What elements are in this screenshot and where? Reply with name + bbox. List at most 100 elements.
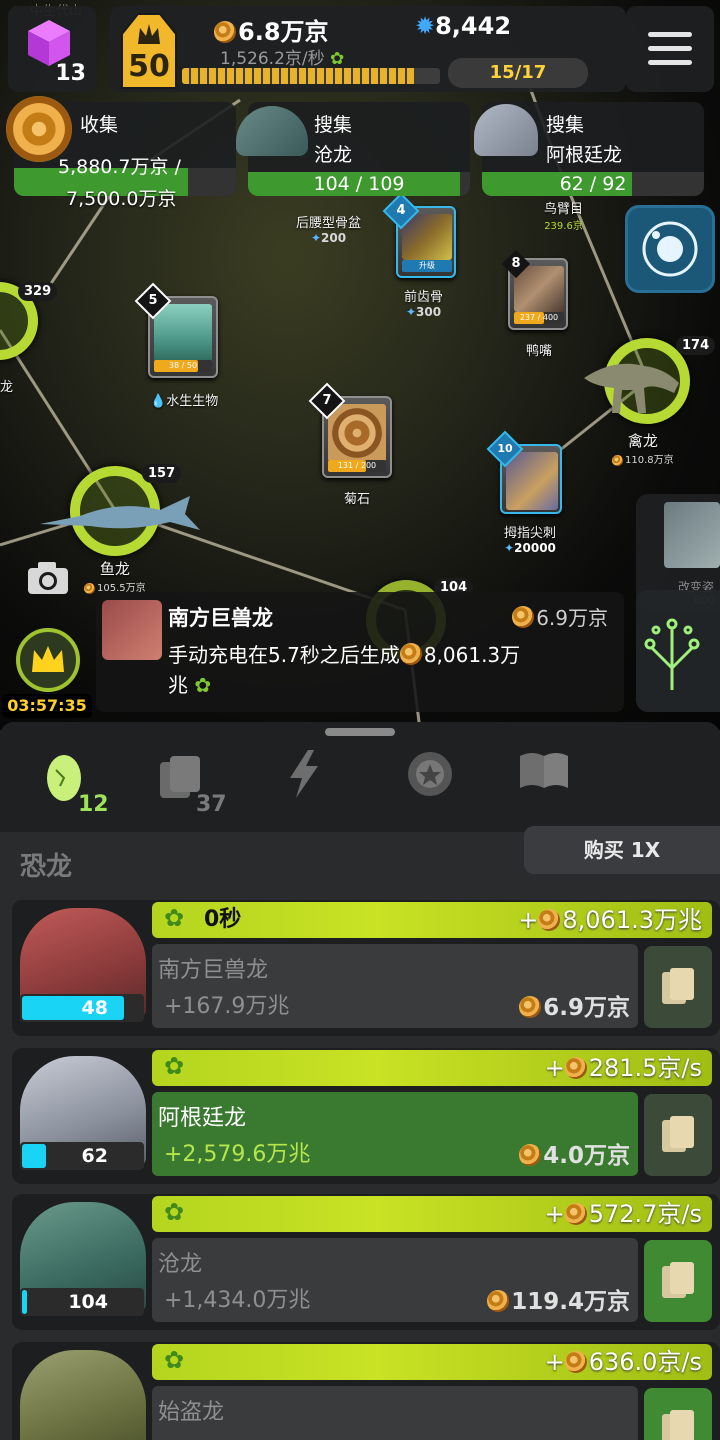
dino-timer: 0秒 — [204, 907, 242, 932]
node-count: 174 — [676, 336, 716, 355]
cube-count: 13 — [55, 61, 86, 86]
xp-fill — [182, 68, 415, 84]
node-label: 拇指尖刺 — [504, 526, 557, 541]
bottom-panel: 12 37 恐龙 购买 1X 48 ✿ 0秒 +8,061.3万兆 南方巨兽龙 … — [0, 722, 720, 1440]
node-label: 后腰型骨盆 — [296, 216, 362, 231]
card-ammonite[interactable]: 131 / 200 7 — [308, 382, 392, 478]
menu-button[interactable] — [626, 6, 714, 92]
dino-cost: 4.0万京 — [519, 1136, 630, 1170]
cards-icon — [662, 1262, 694, 1298]
crown-boost-button[interactable] — [16, 628, 80, 692]
node-cost: ✦200 — [310, 231, 347, 245]
node-ichthyosaur-label: 鱼龙 105.5万京 — [84, 558, 146, 594]
dino-value: +2,579.6万兆 — [164, 1142, 311, 1167]
dino-row-argentinosaurus[interactable]: 62 ✿ +281.5京/s 阿根廷龙 +2,579.6万兆 4.0万京 — [12, 1048, 720, 1184]
medal-icon — [408, 752, 452, 796]
thumb-spike-art — [506, 452, 558, 510]
dino-buy-area[interactable]: 南方巨兽龙 +167.9万兆 6.9万京 — [152, 944, 638, 1028]
dino-buy-area[interactable]: 阿根廷龙 +2,579.6万兆 4.0万京 — [152, 1092, 638, 1176]
camera-button[interactable] — [26, 560, 70, 596]
amber-icon — [487, 1290, 510, 1312]
premium-cube-button[interactable]: 13 — [8, 6, 96, 92]
dino-rate: +636.0京/s — [544, 1348, 702, 1376]
level-badge[interactable]: 50 — [118, 10, 180, 90]
amber-icon — [564, 1203, 587, 1225]
dino-row-giganotosaurus[interactable]: 48 ✿ 0秒 +8,061.3万兆 南方巨兽龙 +167.9万兆 6.9万京 — [12, 900, 720, 1036]
footprint-icon: ✿ — [164, 904, 185, 932]
collect-argentinosaurus-panel[interactable]: 搜集 阿根廷龙 62 / 92 — [474, 102, 704, 196]
boost-timer: 03:57:35 — [2, 694, 92, 718]
card-progress: 237 / 400 — [514, 312, 564, 324]
level-diamond: 8 — [501, 249, 531, 279]
quest-progress[interactable]: 15/17 — [448, 58, 588, 88]
footprint-icon: ✿ — [164, 1346, 185, 1374]
portal-button[interactable] — [625, 205, 715, 293]
collect-title: 搜集 — [314, 114, 353, 136]
card-aquatic[interactable]: 38 / 50 5 — [134, 282, 218, 378]
node-ammonite[interactable]: 菊石 — [344, 488, 370, 507]
amber-icon — [519, 996, 542, 1018]
tab-achievements[interactable] — [400, 748, 460, 828]
drag-handle[interactable] — [325, 728, 395, 736]
dino-rate: +8,061.3万兆 — [518, 906, 702, 934]
cards-icon — [662, 968, 694, 1004]
dino-cards-button[interactable] — [644, 946, 712, 1028]
section-title: 恐龙 — [20, 852, 73, 882]
collect-amber-panel[interactable]: 收集 5,880.7万京 / 7,500.0万京 — [6, 96, 236, 210]
dino-row-eoraptor[interactable]: ✿ +636.0京/s 始盗龙 — [12, 1342, 720, 1440]
dino-rate-bar: ✿ +636.0京/s — [152, 1344, 712, 1380]
amber-icon — [399, 643, 422, 665]
node-bird-hip[interactable]: 鸟臂目 239.6京 — [544, 198, 583, 232]
tab-encyclopedia[interactable] — [516, 748, 572, 828]
node-thumb-spike[interactable]: 拇指尖刺 ✦20000 — [504, 522, 556, 555]
card-thumb-spike[interactable]: 10 — [486, 430, 562, 514]
tab-boosts[interactable] — [286, 748, 326, 828]
node-duckbill[interactable]: 鸭嘴 — [526, 340, 552, 359]
node-premaxilla[interactable]: 前齿骨 ✦300 — [404, 286, 443, 319]
node-aquatic[interactable]: 💧水生生物 — [150, 390, 218, 409]
dino-info-popup[interactable]: 南方巨兽龙 6.9万京 手动充电在5.7秒之后生成 8,061.3万兆 ✿ — [96, 592, 624, 712]
footprint-icon: ✿ — [164, 1198, 185, 1226]
iguanodon-silhouette — [584, 363, 679, 413]
node-label: 鸭嘴 — [526, 344, 553, 359]
node-count: 329 — [18, 282, 58, 301]
dino-rate: +281.5京/s — [544, 1054, 702, 1082]
tab-eggs[interactable]: 12 — [40, 748, 120, 828]
tree-icon — [644, 618, 700, 690]
dino-cards-button[interactable] — [644, 1388, 712, 1440]
amber-icon — [84, 583, 95, 594]
popup-dino-name: 南方巨兽龙 — [168, 606, 273, 630]
hamburger-icon — [648, 32, 692, 37]
dino-value: +167.9万兆 — [164, 994, 290, 1019]
crown-icon — [32, 646, 64, 672]
card-progress: 131 / 200 — [328, 460, 386, 472]
tab-cards[interactable]: 37 — [156, 748, 236, 828]
dino-cards-button[interactable] — [644, 1094, 712, 1176]
dino-count-bar: 62 — [20, 1142, 144, 1170]
card-premaxilla[interactable]: 升级 4 — [382, 192, 456, 278]
collect-max: 7,500.0万京 — [66, 188, 177, 210]
dino-cards-button[interactable] — [644, 1240, 712, 1322]
aquatic-art — [154, 304, 212, 362]
portal-icon — [642, 221, 698, 277]
dino-buy-area[interactable]: 始盗龙 — [152, 1386, 638, 1440]
node-label: 禽龙 — [627, 432, 658, 450]
dino-rate: +572.7京/s — [544, 1200, 702, 1228]
dino-count: 104 — [68, 1291, 108, 1313]
skill-tree-button[interactable] — [636, 590, 720, 712]
node-pelvis[interactable]: 后腰型骨盆 ✦200 — [296, 212, 361, 245]
collect-progress: 104 / 109 — [248, 172, 470, 196]
dino-rate-bar: ✿ +281.5京/s — [152, 1050, 712, 1086]
dino-buy-area[interactable]: 沧龙 +1,434.0万兆 119.4万京 — [152, 1238, 638, 1322]
buy-multiplier-button[interactable]: 购买 1X — [524, 826, 720, 874]
node-label: 前齿骨 — [404, 290, 444, 305]
dino-name: 阿根廷龙 — [158, 1106, 247, 1131]
collect-mosasaur-panel[interactable]: 搜集 沧龙 104 / 109 — [236, 102, 470, 196]
dino-cost: 6.9万京 — [519, 988, 630, 1022]
dino-name: 沧龙 — [158, 1252, 203, 1277]
card-duckbill[interactable]: 237 / 400 8 — [501, 249, 568, 330]
book-icon — [520, 753, 568, 788]
dino-row-mosasaurus[interactable]: 104 ✿ +572.7京/s 沧龙 +1,434.0万兆 119.4万京 — [12, 1194, 720, 1330]
ichthyosaur-silhouette — [40, 496, 200, 530]
dino-value: +1,434.0万兆 — [164, 1288, 311, 1313]
